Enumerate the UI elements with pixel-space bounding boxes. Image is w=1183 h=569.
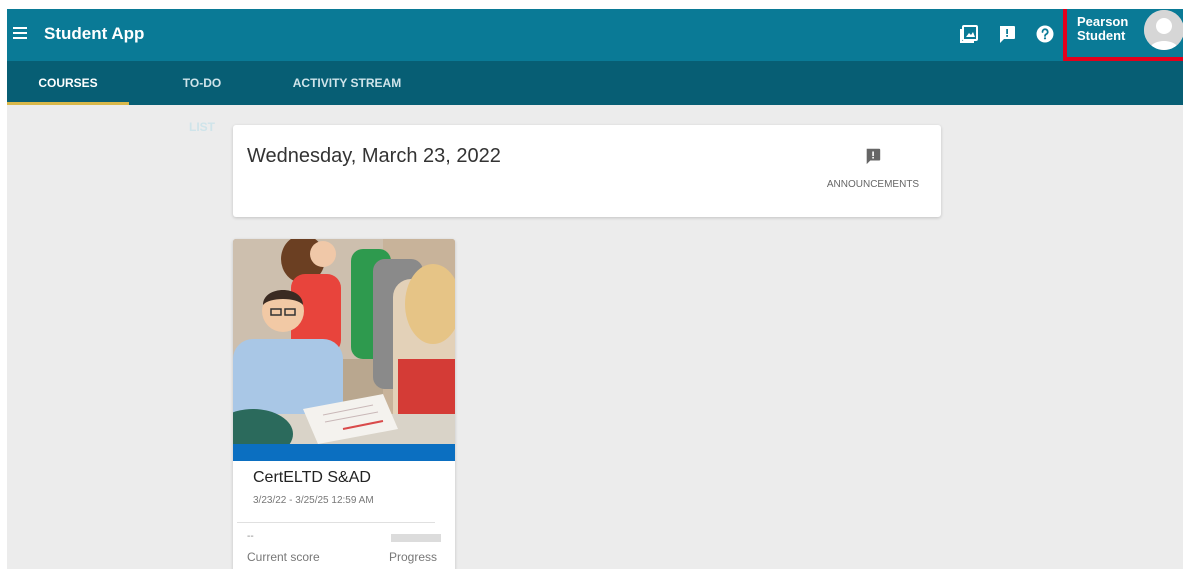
tab-bar: COURSES TO-DO LIST ACTIVITY STREAM (7, 61, 1183, 134)
help-icon[interactable] (1035, 24, 1055, 44)
tab-activity-stream[interactable]: ACTIVITY STREAM (285, 61, 409, 105)
user-name: Pearson Student (1077, 15, 1137, 43)
user-account-button[interactable]: Pearson Student (1063, 9, 1183, 61)
announcements-label: ANNOUNCEMENTS (826, 179, 920, 190)
hamburger-menu-icon[interactable] (11, 23, 31, 43)
current-score-value: -- (247, 531, 254, 542)
announcements-button[interactable]: ANNOUNCEMENTS (825, 147, 921, 190)
top-app-bar: Student App Pearson Student (7, 9, 1183, 61)
course-divider (237, 522, 435, 523)
course-dates: 3/23/22 - 3/25/25 12:59 AM (253, 495, 374, 506)
date-card: Wednesday, March 23, 2022 ANNOUNCEMENTS (233, 125, 941, 217)
course-color-band (233, 444, 455, 461)
course-image (233, 239, 455, 459)
current-score-label: Current score (247, 550, 320, 564)
student-app-window: Student App Pearson Student COURSES TO-D… (7, 9, 1183, 569)
course-card[interactable]: CertELTD S&AD 3/23/22 - 3/25/25 12:59 AM… (233, 239, 455, 569)
current-date: Wednesday, March 23, 2022 (247, 145, 501, 167)
app-title: Student App (44, 24, 145, 43)
progress-label: Progress (389, 550, 438, 564)
announcement-icon (864, 147, 882, 165)
user-last-name: Student (1077, 28, 1126, 43)
tab-courses[interactable]: COURSES (7, 61, 129, 105)
gallery-icon[interactable] (959, 24, 979, 44)
user-avatar-icon[interactable] (1144, 10, 1183, 50)
progress-bar (391, 534, 441, 542)
announcement-icon[interactable] (997, 24, 1017, 44)
user-first-name: Pearson (1077, 14, 1129, 29)
course-title[interactable]: CertELTD S&AD (253, 469, 371, 487)
tab-to-do-list[interactable]: TO-DO LIST (169, 61, 235, 134)
